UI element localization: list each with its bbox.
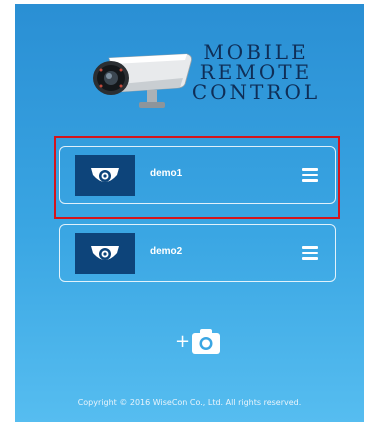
copyright-text: Copyright © 2016 WiseCon Co., Ltd. All r… bbox=[77, 398, 302, 407]
camera-thumb-icon bbox=[75, 233, 135, 274]
add-camera-button[interactable]: + bbox=[175, 327, 225, 359]
app-logo: MOBILE REMOTE CONTROL bbox=[15, 34, 364, 124]
app-screen: MOBILE REMOTE CONTROL demo1 demo2 + Copy… bbox=[15, 4, 364, 422]
logo-line-1: MOBILE bbox=[203, 40, 309, 64]
device-name: demo2 bbox=[150, 246, 183, 257]
security-camera-icon bbox=[93, 53, 192, 108]
hamburger-menu-icon[interactable] bbox=[302, 246, 318, 260]
logo-wordmark: MOBILE REMOTE CONTROL bbox=[191, 42, 321, 102]
selection-highlight bbox=[54, 136, 340, 219]
logo-line-2: REMOTE bbox=[199, 60, 313, 84]
device-card-demo2[interactable]: demo2 bbox=[59, 224, 336, 282]
plus-label: + bbox=[175, 331, 191, 352]
camera-add-icon bbox=[192, 329, 220, 354]
logo-line-3: CONTROL bbox=[191, 80, 321, 104]
